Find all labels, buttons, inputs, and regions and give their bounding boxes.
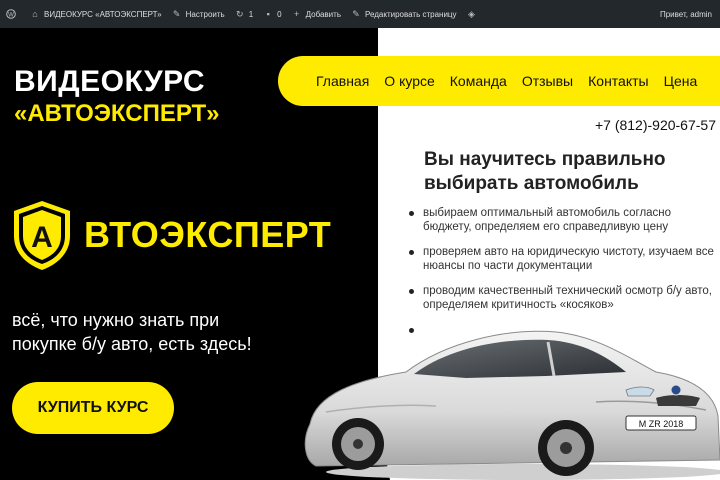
phone-number[interactable]: +7 (812)-920-67-57	[595, 117, 716, 133]
add-new-link[interactable]: + Добавить	[292, 9, 341, 19]
list-item: проверяем авто на юридическую чистоту, и…	[405, 245, 717, 273]
logo-text: ВТОЭКСПЕРТ	[84, 214, 332, 255]
pencil-icon: ✎	[352, 9, 360, 19]
site-name-label: ВИДЕОКУРС «АВТОЭКСПЕРТ»	[44, 9, 162, 19]
brush-icon: ✎	[172, 9, 181, 19]
greeting-label: Привет, admin	[659, 9, 712, 19]
edit-page-link[interactable]: ✎ Редактировать страницу	[351, 9, 457, 19]
logo-letter: А	[31, 221, 53, 254]
account-menu[interactable]: Привет, admin	[660, 0, 716, 28]
comments-link[interactable]: ▪ 0	[263, 9, 282, 19]
wheel-rear	[332, 418, 384, 470]
nav-item-reviews[interactable]: Отзывы	[522, 73, 573, 89]
features-headline: Вы научитесь правильно выбирать автомоби…	[424, 149, 666, 194]
comment-icon: ▪	[266, 9, 270, 19]
edit-page-label: Редактировать страницу	[364, 9, 457, 19]
hero-subtitle: «АВТОЭКСПЕРТ»	[14, 100, 220, 127]
customize-link[interactable]: ✎ Настроить	[172, 9, 225, 19]
plus-icon: +	[293, 9, 300, 19]
list-item: выбираем оптимальный автомобиль согласно…	[405, 206, 717, 234]
feature-text: проводим качественный технический осмотр…	[423, 285, 712, 311]
updates-link[interactable]: ↻ 1	[235, 9, 253, 19]
hero-tagline: всё, что нужно знать при покупке б/у авт…	[12, 310, 252, 354]
features-list: выбираем оптимальный автомобиль согласно…	[405, 206, 717, 333]
home-icon: ⌂	[32, 9, 38, 19]
wheel-front	[538, 420, 594, 476]
shield-icon: ◈	[468, 9, 475, 19]
refresh-icon: ↻	[235, 9, 244, 19]
nav-item-contacts[interactable]: Контакты	[588, 73, 648, 89]
feature-text: проверяем авто на юридическую чистоту, и…	[423, 246, 714, 272]
wp-logo-button[interactable]: W	[6, 9, 20, 19]
feature-text: выбираем оптимальный автомобиль согласно…	[423, 207, 672, 233]
brand-logo: А ВТОЭКСПЕРТ	[10, 198, 331, 272]
nav-item-home[interactable]: Главная	[316, 73, 369, 89]
svg-text:W: W	[8, 12, 14, 18]
add-new-label: Добавить	[305, 9, 341, 19]
car-image: M ZR 2018	[304, 330, 720, 480]
bullet-icon	[409, 289, 414, 294]
plugin-link[interactable]: ◈	[467, 9, 481, 19]
wordpress-icon: W	[6, 9, 16, 19]
license-plate: M ZR 2018	[639, 419, 684, 429]
nav-item-about[interactable]: О курсе	[384, 73, 434, 89]
bullet-icon	[409, 211, 414, 216]
nav-item-team[interactable]: Команда	[450, 73, 507, 89]
buy-course-button[interactable]: КУПИТЬ КУРС	[12, 382, 174, 434]
list-item: проводим качественный технический осмотр…	[405, 284, 717, 312]
site-name-link[interactable]: ⌂ ВИДЕОКУРС «АВТОЭКСПЕРТ»	[30, 9, 162, 19]
comments-count: 0	[277, 9, 282, 19]
admin-bar: W ⌂ ВИДЕОКУРС «АВТОЭКСПЕРТ» ✎ Настроить …	[0, 0, 720, 28]
main-nav: Главная О курсе Команда Отзывы Контакты …	[278, 56, 720, 106]
updates-count: 1	[248, 9, 254, 19]
nav-item-price[interactable]: Цена	[664, 73, 698, 89]
shield-logo-icon: А	[14, 201, 70, 270]
bullet-icon	[409, 250, 414, 255]
customize-label: Настроить	[185, 9, 225, 19]
hero-title: ВИДЕОКУРС	[14, 65, 206, 98]
